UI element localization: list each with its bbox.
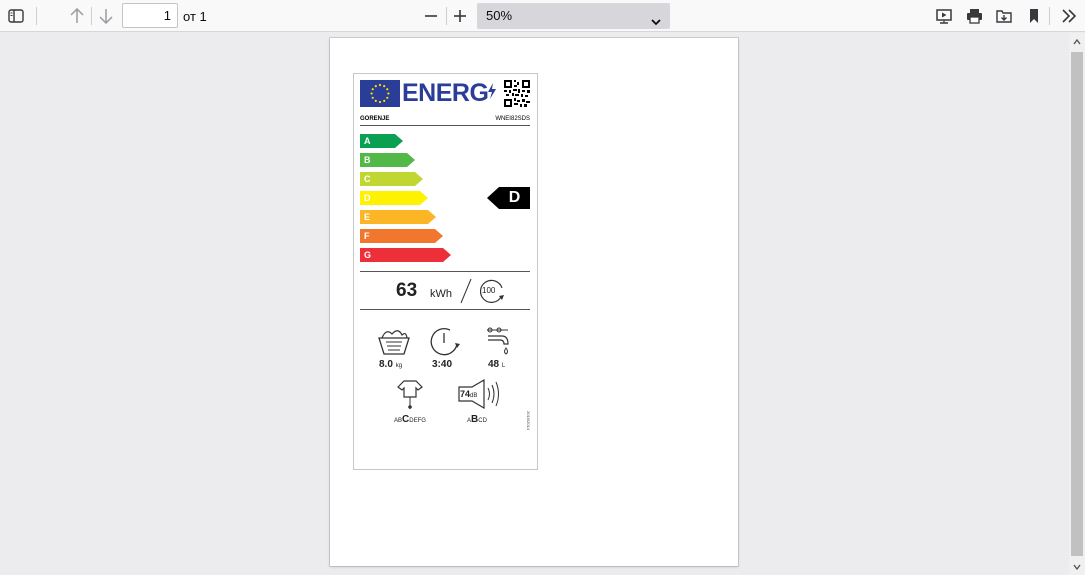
cycles-value: 100	[482, 286, 496, 295]
noise-class-scale: ABCD	[467, 414, 487, 425]
duration-value: 3:40	[432, 359, 453, 370]
page-total-label: от 1	[183, 9, 207, 24]
energy-rating-marker: D	[487, 187, 530, 209]
energy-title: ENERG	[402, 79, 489, 107]
bookmark-button[interactable]	[1022, 4, 1046, 28]
minus-icon	[425, 15, 437, 17]
energy-class-bar-f: F	[360, 229, 443, 243]
scroll-up-arrow-icon[interactable]	[1069, 33, 1085, 50]
presentation-icon	[936, 9, 952, 24]
save-button[interactable]	[992, 4, 1016, 28]
sidebar-toggle-icon[interactable]	[4, 4, 28, 28]
arrow-up-icon	[70, 8, 84, 23]
save-icon	[996, 10, 1012, 23]
water-consumption-value: 48 L	[488, 359, 506, 370]
qr-code-icon	[504, 80, 530, 107]
divider	[360, 309, 530, 310]
energy-class-bar-c: C	[360, 172, 423, 186]
vertical-scrollbar[interactable]	[1069, 33, 1085, 575]
zoom-in-button[interactable]	[448, 4, 472, 28]
arrow-down-icon	[99, 9, 113, 24]
next-page-button[interactable]	[94, 4, 118, 28]
divider	[360, 271, 530, 272]
brand-name: GORENJE	[360, 116, 390, 122]
toolbar-separator	[91, 7, 92, 25]
print-icon	[966, 9, 982, 24]
slash-divider	[460, 278, 472, 309]
pdf-toolbar: 1 от 1 50%	[0, 0, 1085, 32]
capacity-value: 8.0 kg	[379, 359, 403, 370]
energy-class-bar-b: B	[360, 153, 415, 167]
toolbar-separator	[1049, 7, 1050, 25]
clock-icon	[430, 327, 460, 362]
water-tap-icon	[486, 326, 512, 363]
scrollbar-thumb[interactable]	[1071, 52, 1083, 556]
toolbar-separator	[36, 7, 37, 25]
double-chevron-right-icon	[1062, 9, 1077, 23]
divider	[360, 125, 530, 126]
energy-label: ENERG GORENJE WNEI82SDS A B C D E F G D	[353, 73, 538, 470]
energy-class-bar-d: D	[360, 191, 428, 205]
eu-flag-icon	[360, 80, 400, 107]
energy-class-bar-a: A	[360, 134, 403, 148]
zoom-select[interactable]: 50%	[477, 3, 670, 29]
print-button[interactable]	[962, 4, 986, 28]
plus-icon	[454, 10, 466, 22]
toolbar-separator	[446, 7, 447, 25]
energy-class-bar-e: E	[360, 210, 436, 224]
previous-page-button[interactable]	[65, 4, 89, 28]
noise-value: 74dB	[460, 389, 478, 399]
bookmark-icon	[1030, 9, 1038, 23]
presentation-mode-button[interactable]	[932, 4, 956, 28]
lightning-bolt-icon	[487, 83, 497, 104]
zoom-out-button[interactable]	[419, 4, 443, 28]
page-number-input[interactable]: 1	[122, 3, 178, 28]
energy-consumption-unit: kWh	[430, 288, 452, 300]
scroll-down-arrow-icon[interactable]	[1069, 558, 1085, 575]
spin-drying-shirt-icon	[396, 379, 424, 418]
model-number: WNEI82SDS	[495, 116, 530, 122]
regulation-code: 2019/2014	[526, 411, 531, 430]
energy-consumption-value: 63	[396, 280, 418, 301]
spin-efficiency-scale: ABCDEFG	[394, 414, 426, 425]
energy-class-bar-g: G	[360, 248, 451, 262]
tools-menu-button[interactable]	[1057, 4, 1081, 28]
zoom-value: 50%	[486, 8, 513, 23]
laundry-basket-icon	[376, 326, 412, 361]
